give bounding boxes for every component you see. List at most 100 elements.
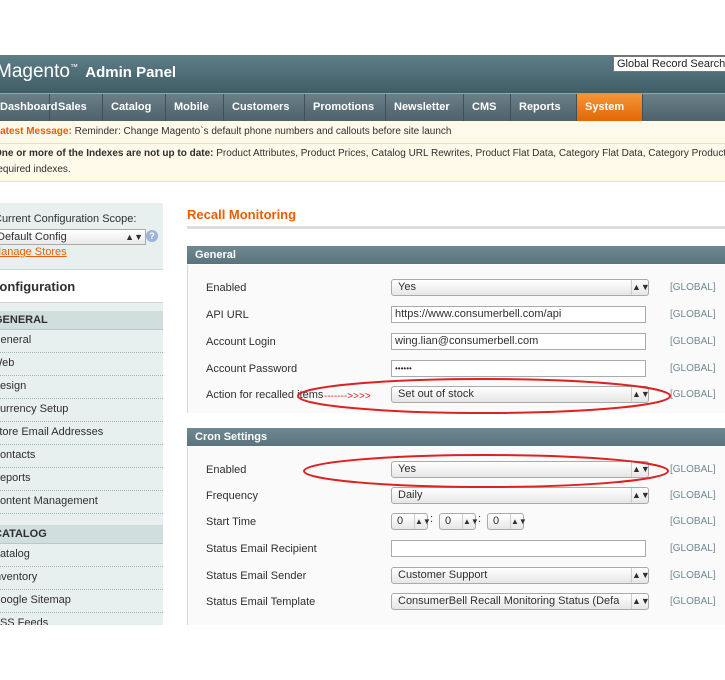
scope-tag: [GLOBAL] [670, 282, 716, 293]
row-action-recalled: Action for recalled items Set out of sto… [187, 384, 725, 406]
logo-sub: Admin Panel [85, 64, 177, 81]
fieldset-general-header[interactable]: General [187, 246, 725, 264]
status-recipient-input[interactable] [391, 540, 646, 557]
account-login-input[interactable]: wing.lian@consumerbell.com [391, 333, 646, 350]
select-arrows-icon: ▲▼ [631, 568, 648, 583]
start-second-select[interactable]: 0 ▲▼ [487, 513, 527, 530]
admin-screenshot: Magento™ Admin Panel Global Record Searc… [0, 55, 725, 625]
scope-tag: [GLOBAL] [670, 596, 716, 607]
start-minute-select[interactable]: 0 ▲▼ [439, 513, 479, 530]
help-icon[interactable]: ? [146, 230, 158, 242]
scope-tag: [GLOBAL] [670, 464, 716, 475]
status-recipient-label: Status Email Recipient [206, 543, 317, 555]
nav-catalog[interactable]: Catalog [103, 94, 166, 121]
select-arrows-icon: ▲▼ [631, 280, 648, 295]
account-password-input[interactable]: •••••• [391, 360, 646, 377]
scope-select-value: Default Config [0, 231, 67, 243]
latest-message-label: Latest Message: [0, 126, 72, 137]
action-recalled-select[interactable]: Set out of stock ▲▼ [391, 386, 649, 403]
sidebar-item-catalog[interactable]: Catalog [0, 544, 163, 567]
scope-tag: [GLOBAL] [670, 336, 716, 347]
main-nav: Dashboard Sales Catalog Mobile Customers… [0, 93, 725, 121]
frequency-select[interactable]: Daily ▲▼ [391, 487, 649, 504]
row-api-url: API URL https://www.consumerbell.com/api… [187, 304, 725, 326]
sidebar-item-currency-setup[interactable]: Currency Setup [0, 399, 163, 422]
nav-mobile[interactable]: Mobile [166, 94, 224, 121]
nav-dashboard[interactable]: Dashboard [0, 94, 57, 121]
row-status-template: Status Email Template ConsumerBell Recal… [187, 591, 725, 613]
sidebar-item-design[interactable]: Design [0, 376, 163, 399]
sidebar-item-google-sitemap[interactable]: Google Sitemap [0, 590, 163, 613]
nav-customers[interactable]: Customers [224, 94, 305, 121]
api-url-input[interactable]: https://www.consumerbell.com/api [391, 306, 646, 323]
nav-cms[interactable]: CMS [464, 94, 511, 121]
row-account-password: Account Password •••••• [GLOBAL] [187, 358, 725, 380]
title-divider [187, 226, 725, 229]
header-bar: Magento™ Admin Panel Global Record Searc… [0, 55, 725, 93]
latest-message-text: Reminder: Change Magento`s default phone… [74, 126, 452, 137]
account-password-label: Account Password [206, 363, 298, 375]
status-sender-select[interactable]: Customer Support ▲▼ [391, 567, 649, 584]
scope-label: Current Configuration Scope: [0, 213, 137, 225]
cron-enabled-select[interactable]: Yes ▲▼ [391, 461, 649, 478]
select-arrows-icon: ▲▼ [631, 462, 648, 477]
frequency-label: Frequency [206, 490, 258, 502]
nav-sales[interactable]: Sales [50, 94, 103, 121]
action-recalled-label: Action for recalled items [206, 389, 324, 401]
nav-reports[interactable]: Reports [511, 94, 577, 121]
row-account-login: Account Login wing.lian@consumerbell.com… [187, 331, 725, 353]
scope-tag: [GLOBAL] [670, 490, 716, 501]
row-status-recipient: Status Email Recipient [GLOBAL] [187, 538, 725, 560]
sidebar: Current Configuration Scope: Default Con… [0, 203, 163, 625]
select-arrows-icon: ▲▼ [125, 232, 143, 242]
sidebar-item-store-email-addresses[interactable]: Store Email Addresses [0, 422, 163, 445]
sidebar-item-inventory[interactable]: Inventory [0, 567, 163, 590]
select-arrows-icon: ▲▼ [631, 594, 648, 609]
section-catalog: CATALOG [0, 525, 163, 544]
select-arrows-icon: ▲▼ [510, 514, 527, 529]
select-arrows-icon: ▲▼ [631, 387, 648, 402]
sidebar-item-contacts[interactable]: Contacts [0, 445, 163, 468]
fieldset-cron-header[interactable]: Cron Settings [187, 428, 725, 446]
account-login-label: Account Login [206, 336, 276, 348]
row-status-sender: Status Email Sender Customer Support ▲▼ [… [187, 565, 725, 587]
select-arrows-icon: ▲▼ [631, 488, 648, 503]
scope-select[interactable]: Default Config ▲▼ [0, 229, 146, 245]
api-url-label: API URL [206, 309, 249, 321]
time-separator: : [430, 513, 434, 525]
scope-tag: [GLOBAL] [670, 363, 716, 374]
general-enabled-label: Enabled [206, 282, 247, 294]
nav-system[interactable]: System [577, 94, 643, 121]
nav-promotions[interactable]: Promotions [305, 94, 386, 121]
select-arrows-icon: ▲▼ [414, 514, 431, 529]
sidebar-item-content-management[interactable]: Content Management [0, 491, 163, 514]
cron-enabled-label: Enabled [206, 464, 247, 476]
row-start-time: Start Time 0 ▲▼ : 0 ▲▼ : 0 ▲▼ [GLOBAL] [187, 511, 725, 533]
sidebar-item-web[interactable]: Web [0, 353, 163, 376]
manage-stores-link[interactable]: Manage Stores [0, 246, 67, 258]
status-template-label: Status Email Template [206, 596, 316, 608]
row-frequency: Frequency Daily ▲▼ [GLOBAL] [187, 485, 725, 507]
nav-newsletter[interactable]: Newsletter [386, 94, 464, 121]
row-general-enabled: Enabled Yes ▲▼ [GLOBAL] [187, 277, 725, 299]
select-arrows-icon: ▲▼ [462, 514, 479, 529]
configuration-title: Configuration [0, 269, 163, 303]
scope-tag: [GLOBAL] [670, 389, 716, 400]
sidebar-item-reports[interactable]: Reports [0, 468, 163, 491]
sidebar-item-general[interactable]: General [0, 330, 163, 353]
row-cron-enabled: Enabled Yes ▲▼ [GLOBAL] [187, 459, 725, 481]
annotation-arrow: ------->>>> [324, 391, 371, 402]
scope-tag: [GLOBAL] [670, 543, 716, 554]
section-general: GENERAL [0, 311, 163, 330]
sidebar-item-rss-feeds[interactable]: RSS Feeds [0, 613, 163, 625]
index-notice-text: Product Attributes, Product Prices, Cata… [216, 148, 725, 159]
status-template-select[interactable]: ConsumerBell Recall Monitoring Status (D… [391, 593, 649, 610]
start-hour-select[interactable]: 0 ▲▼ [391, 513, 431, 530]
latest-message: Latest Message: Reminder: Change Magento… [0, 121, 725, 144]
general-enabled-select[interactable]: Yes ▲▼ [391, 279, 649, 296]
global-search-input[interactable]: Global Record Search [613, 56, 725, 72]
scope-tag: [GLOBAL] [670, 570, 716, 581]
scope-tag: [GLOBAL] [670, 309, 716, 320]
start-time-label: Start Time [206, 516, 257, 528]
magento-logo[interactable]: Magento™ Admin Panel [0, 61, 176, 83]
